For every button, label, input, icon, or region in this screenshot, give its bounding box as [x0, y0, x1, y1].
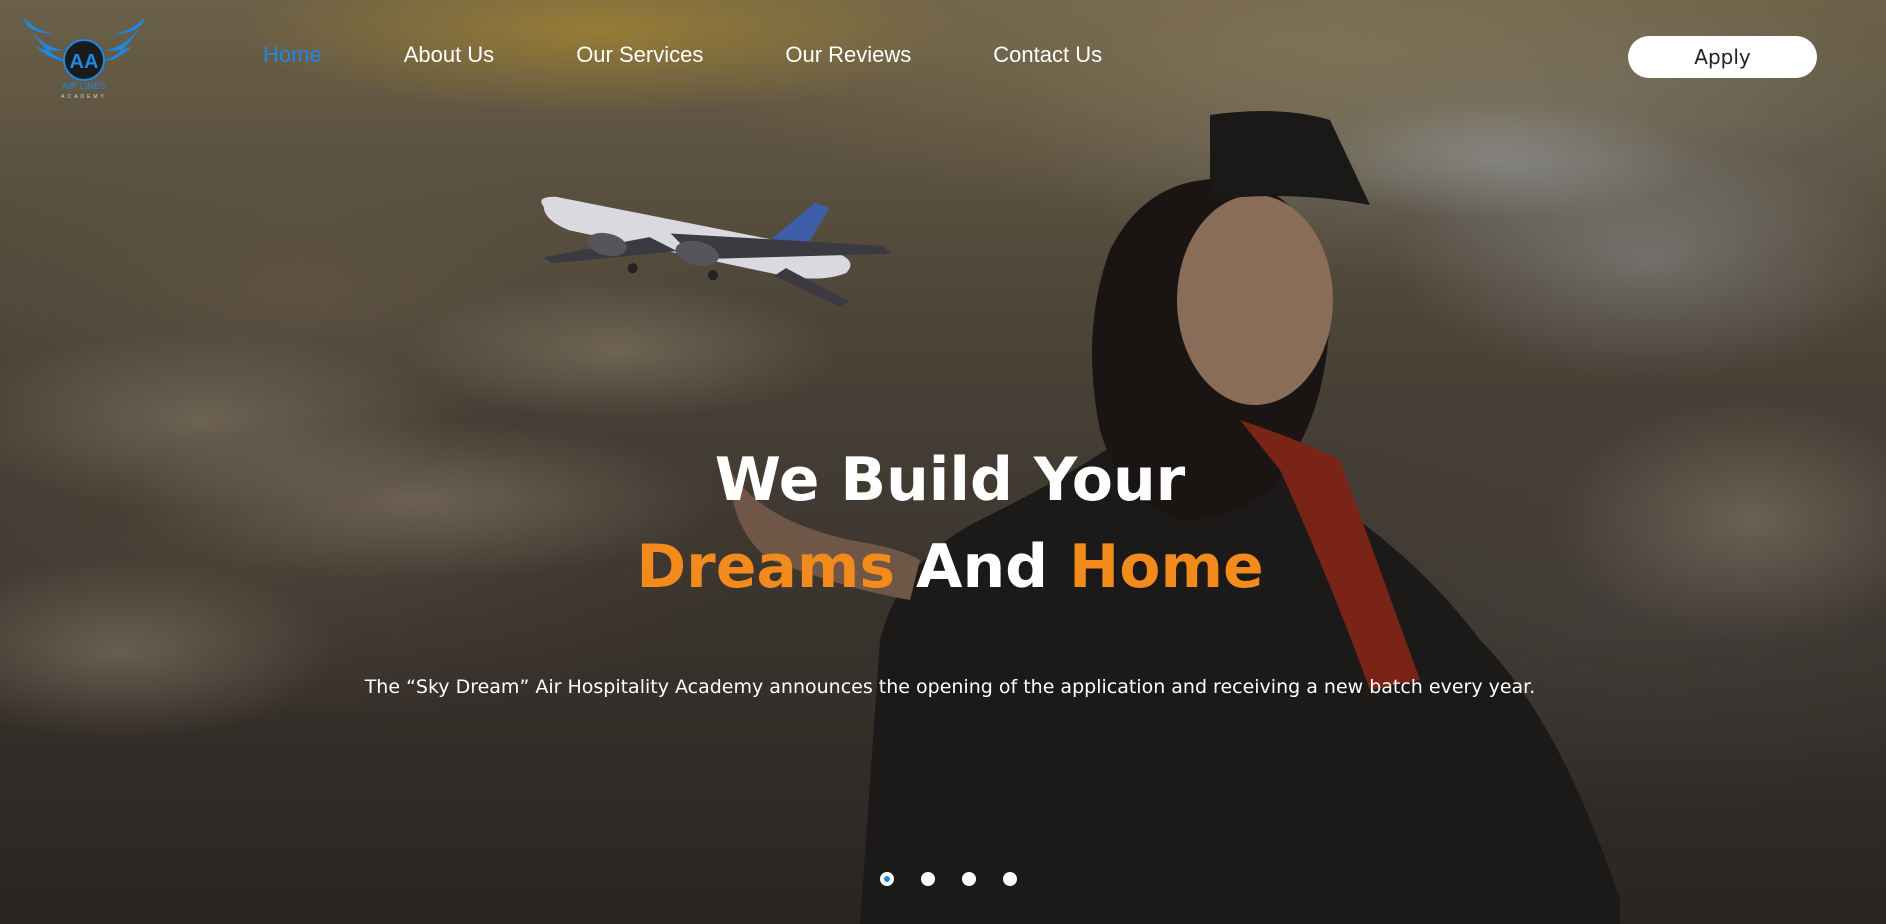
carousel-dot-4[interactable]	[1003, 872, 1017, 886]
main-navigation: Home About Us Our Services Our Reviews C…	[263, 42, 1184, 68]
nav-contact-us[interactable]: Contact Us	[993, 42, 1102, 68]
carousel-dot-3[interactable]	[962, 872, 976, 886]
hero-headline-line1: We Build Your	[0, 445, 1886, 515]
carousel-dot-2[interactable]	[921, 872, 935, 886]
headline-and: And	[916, 532, 1049, 602]
hero-section: AA AIR LINES ACADEMY Home About Us Our S…	[0, 0, 1886, 924]
nav-our-services[interactable]: Our Services	[576, 42, 703, 68]
hero-subtitle: The “Sky Dream” Air Hospitality Academy …	[364, 676, 1536, 698]
hero-headline-line2: Dreams And Home	[0, 532, 1886, 602]
headline-dreams: Dreams	[636, 532, 896, 602]
apply-button[interactable]: Apply	[1628, 36, 1817, 78]
nav-about-us[interactable]: About Us	[404, 42, 495, 68]
academy-logo[interactable]: AA AIR LINES ACADEMY	[16, 10, 146, 100]
nav-home[interactable]: Home	[263, 42, 322, 68]
logo-initials: AA	[70, 51, 99, 73]
nav-our-reviews[interactable]: Our Reviews	[785, 42, 911, 68]
carousel-dot-1[interactable]	[880, 872, 894, 886]
headline-home: Home	[1069, 532, 1264, 602]
carousel-indicators	[880, 872, 1044, 886]
headline-text-1: We Build Your	[714, 445, 1186, 515]
logo-text-line1: AIR LINES	[62, 81, 106, 91]
logo-text-line2: ACADEMY	[61, 94, 107, 100]
